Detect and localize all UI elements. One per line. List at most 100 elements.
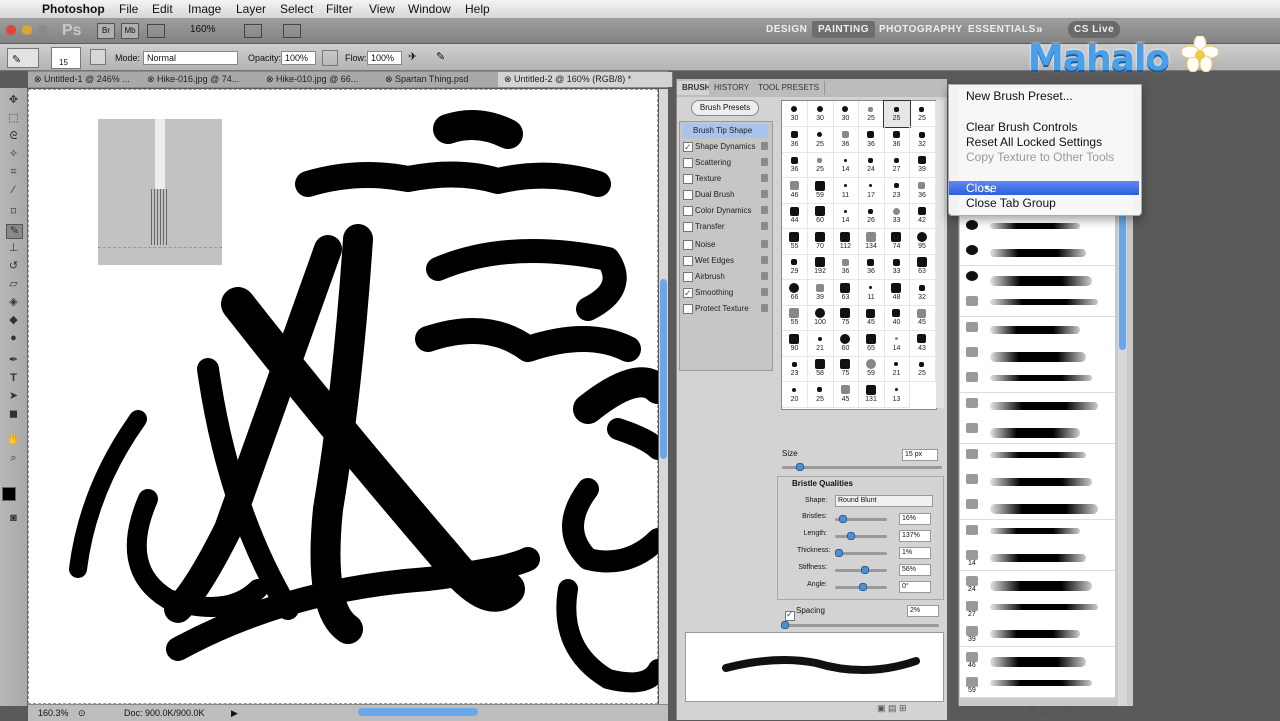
brush-tip-cell[interactable]: 46 [782, 177, 808, 204]
brush-preset-row[interactable] [960, 265, 1115, 292]
menu-item-new-brush-preset[interactable]: New Brush Preset... [966, 89, 1073, 103]
color-dynamics-checkbox[interactable] [683, 206, 693, 216]
spacing-checkbox-box[interactable] [785, 609, 795, 621]
texture-checkbox[interactable] [683, 174, 693, 184]
brush-tip-cell[interactable]: 39 [807, 279, 834, 306]
menu-item-close[interactable]: Close [949, 181, 1139, 195]
brush-tip-cell[interactable]: 60 [833, 330, 859, 357]
brush-tip-cell[interactable]: 14 [884, 330, 910, 357]
brush-tip-cell[interactable]: 90 [782, 330, 808, 357]
arrange-documents-icon[interactable] [244, 24, 262, 38]
status-icon[interactable]: ⊙ [78, 708, 86, 719]
menu-select[interactable]: Select [280, 2, 313, 16]
clone-stamp-tool-icon[interactable]: ⊥ [6, 242, 21, 255]
brush-preset-row[interactable] [960, 316, 1115, 343]
shape-dynamics-checkbox[interactable] [683, 140, 693, 154]
healing-brush-tool-icon[interactable]: ⌑ [6, 206, 21, 219]
thickness-input[interactable]: 1% [899, 547, 931, 559]
brush-tip-cell[interactable]: 55 [782, 228, 808, 255]
bristles-input[interactable]: 16% [899, 513, 931, 525]
thickness-slider[interactable] [835, 549, 887, 557]
brush-preset-row[interactable]: 59 [960, 672, 1115, 699]
noise-checkbox[interactable] [683, 240, 693, 250]
workspace-design[interactable]: DESIGN [766, 24, 807, 35]
workspace-essentials[interactable]: ESSENTIALS [968, 24, 1036, 35]
length-slider[interactable] [835, 532, 887, 540]
zoom-level-dropdown[interactable]: 160% [190, 24, 216, 35]
size-pressure-icon[interactable]: ✎ [436, 50, 450, 64]
stiffness-slider-knob[interactable] [861, 566, 869, 574]
brush-preset-row[interactable] [960, 240, 1115, 267]
paint-bucket-tool-icon[interactable]: ◈ [6, 296, 21, 309]
menu-item-close-tab-group[interactable]: Close Tab Group [966, 196, 1056, 210]
document-canvas[interactable] [28, 89, 658, 704]
flow-input[interactable]: 100% [367, 51, 402, 65]
brush-tip-cell[interactable]: 11 [858, 279, 885, 306]
preset-scrollbar-thumb[interactable] [1119, 210, 1126, 350]
brush-preset-row[interactable] [960, 469, 1115, 495]
horizontal-scrollbar-thumb[interactable] [358, 708, 478, 716]
brush-preset-row[interactable] [960, 519, 1115, 546]
angle-input[interactable]: 0° [899, 581, 931, 593]
minimize-window-button[interactable] [22, 25, 32, 35]
tab-tool-presets[interactable]: TOOL PRESETS [753, 81, 825, 95]
option-airbrush[interactable]: Airbrush [683, 270, 768, 284]
brush-tip-cell[interactable]: 17 [858, 177, 885, 204]
option-dual-brush[interactable]: Dual Brush [683, 188, 768, 202]
transfer-checkbox[interactable] [683, 222, 693, 232]
brush-tip-cell[interactable]: 36 [884, 126, 910, 153]
brush-tip-cell[interactable]: 32 [909, 126, 936, 153]
brush-tip-cell[interactable]: 23 [884, 177, 910, 204]
menu-layer[interactable]: Layer [236, 2, 266, 16]
brush-tip-cell[interactable]: 66 [782, 279, 808, 306]
status-zoom[interactable]: 160.3% [38, 708, 69, 718]
brush-tip-cell[interactable]: 63 [909, 254, 936, 280]
brush-tip-cell[interactable]: 39 [909, 152, 936, 178]
brush-preset-row[interactable] [960, 291, 1115, 318]
brush-tip-cell[interactable]: 13 [884, 381, 910, 408]
scrollbar-thumb[interactable] [660, 279, 667, 459]
brush-tip-grid[interactable]: 30 30 30 25 25 25 36 25 36 36 36 32 36 25 14 24 27 39 46 59… [781, 100, 937, 410]
lasso-tool-icon[interactable]: ᘓ [6, 130, 21, 143]
crop-tool-icon[interactable]: ⌗ [6, 166, 21, 179]
stiffness-input[interactable]: 56% [899, 564, 931, 576]
spacing-checkbox[interactable] [785, 609, 795, 621]
tip-grid-scrollbar[interactable] [936, 100, 944, 408]
brush-tip-cell[interactable]: 192 [807, 254, 834, 280]
brush-tip-cell[interactable]: 100 [807, 305, 834, 331]
option-transfer[interactable]: Transfer [683, 220, 768, 234]
brush-tip-cell[interactable]: 33 [884, 254, 910, 280]
smoothing-checkbox[interactable] [683, 286, 693, 300]
menu-app-name[interactable]: Photoshop [42, 2, 105, 16]
lock-icon[interactable] [761, 158, 768, 166]
brush-tip-cell[interactable]: 25 [909, 356, 936, 382]
brush-tip-cell[interactable]: 25 [807, 152, 834, 178]
brush-tip-cell[interactable]: 59 [858, 356, 885, 382]
menu-view[interactable]: View [369, 2, 395, 16]
brush-tip-cell[interactable]: 25 [909, 101, 936, 127]
airbrush-checkbox[interactable] [683, 272, 693, 282]
brush-tip-cell[interactable]: 14 [833, 203, 859, 229]
brush-presets-button[interactable]: Brush Presets [691, 100, 759, 116]
length-slider-knob[interactable] [847, 532, 855, 540]
eraser-tool-icon[interactable]: ▱ [6, 278, 21, 291]
blur-tool-icon[interactable]: ◆ [6, 314, 21, 327]
tab-spartan-thing[interactable]: ⊗ Spartan Thing.psd [379, 72, 504, 87]
foreground-color-swatch[interactable] [2, 487, 16, 501]
tab-untitled-1[interactable]: ⊗ Untitled-1 @ 246% ... [28, 72, 147, 87]
brush-preset-row[interactable] [960, 443, 1115, 470]
view-extras-icon[interactable] [147, 24, 165, 38]
mini-bridge-button[interactable]: Mb [121, 23, 139, 39]
option-brush-tip-shape[interactable]: Brush Tip Shape [683, 124, 768, 138]
preset-panel-footer-icons[interactable]: ▣ ▤ ⊞ ⌫ [1028, 705, 1073, 716]
brush-tip-cell[interactable]: 25 [883, 100, 911, 128]
brush-tip-cell[interactable]: 70 [807, 228, 834, 255]
quick-mask-icon[interactable]: ◙ [6, 512, 21, 525]
brush-tip-cell[interactable]: 36 [782, 152, 808, 178]
workspace-painting[interactable]: PAINTING [812, 21, 876, 38]
brush-tip-cell[interactable]: 75 [833, 356, 859, 382]
menu-item-clear-brush-controls[interactable]: Clear Brush Controls [966, 120, 1077, 134]
brush-tip-cell[interactable]: 20 [782, 381, 808, 408]
screen-mode-icon[interactable] [283, 24, 301, 38]
brush-tip-cell[interactable]: 36 [858, 254, 885, 280]
